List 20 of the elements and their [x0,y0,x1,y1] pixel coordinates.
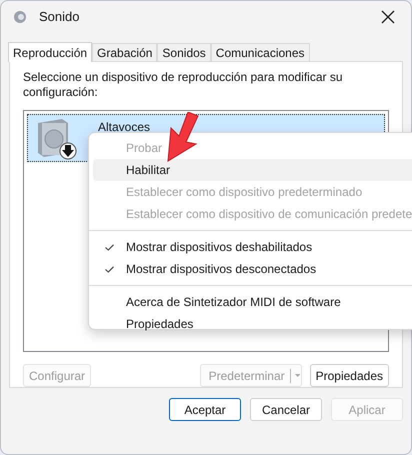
menu-item[interactable]: Mostrar dispositivos desconectados [93,258,412,280]
tab[interactable]: Comunicaciones [210,43,310,61]
menu-item[interactable]: Mostrar dispositivos deshabilitados [93,236,412,258]
tab[interactable]: Grabación [92,43,158,61]
window-title: Sonido [39,8,80,26]
menu-item[interactable]: Propiedades [93,313,412,335]
close-icon[interactable] [381,10,395,24]
checkmark-icon [105,244,114,250]
tab[interactable]: Reproducción [8,42,92,62]
caret-icon [295,373,301,378]
arrow-icon [166,112,200,162]
device-name: Altavoces [98,119,150,136]
instruction-text: Seleccione un dispositivo de reproducción para modificar su configuración: [23,70,343,100]
menu-item[interactable]: Acerca de Sintetizador MIDI de software [93,291,412,313]
checkmark-icon [105,266,114,272]
menu-item[interactable]: Habilitar [93,159,412,181]
dialog-button[interactable]: Cancelar [250,398,322,421]
button[interactable]: Propiedades [310,364,389,387]
dialog-button[interactable]: Aceptar [169,398,241,421]
tab[interactable]: Sonidos [157,43,211,61]
